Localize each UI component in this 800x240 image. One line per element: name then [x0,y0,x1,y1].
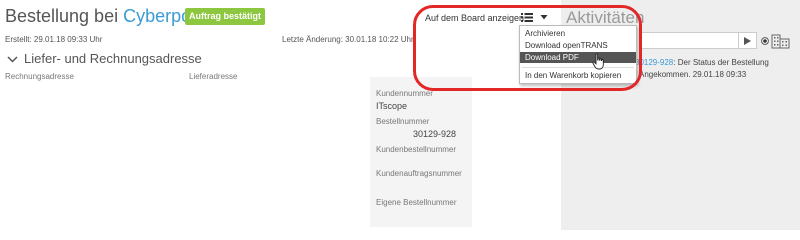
menu-divider [522,67,634,68]
last-changed-date: Letzte Änderung: 30.01.18 10:22 Uhr [282,35,414,44]
order-number: 30129-928 [413,129,457,139]
page-title: Bestellung bei Cyberport [5,6,202,27]
title-prefix: Bestellung bei [5,6,119,26]
menu-item-download-pdf[interactable]: Download PDF [520,52,636,63]
board-dropdown-menu: Archivieren Download openTRANS Download … [519,25,637,84]
customer-number-label: Kundennummer [376,89,433,98]
order-info-panel: Kundennummer ITscope Bestellnummer 30129… [370,77,472,227]
play-icon [744,36,751,45]
activity-order-link[interactable]: 30129-928 [635,58,673,67]
caret-down-icon[interactable] [540,13,548,21]
customer-order-number-label: Kundenbestellnummer [376,145,457,154]
activity-entry-text-2: f Angekommen. 29.01.18 09:33 [635,70,747,79]
send-button[interactable] [739,32,757,49]
customer-job-number-label: Kundenauftragsnummer [376,169,462,178]
own-order-number-label: Eigene Bestellnummer [376,198,457,207]
billing-address-label: Rechnungsadresse [5,72,74,81]
activity-input[interactable] [639,32,739,49]
order-number-label: Bestellnummer [376,117,430,126]
menu-item-archive[interactable]: Archivieren [520,28,636,39]
hand-cursor-icon [592,53,604,70]
customer-name: ITscope [376,101,408,111]
created-date: Erstellt: 29.01.18 09:33 Uhr [5,35,103,44]
activity-entry-text-1: : Der Status der Bestellung [673,58,769,67]
menu-item-download-opentrans[interactable]: Download openTRANS [520,40,636,51]
chevron-down-icon [7,55,18,63]
activity-entry: 30129-928: Der Status der Bestellung f An… [635,57,795,81]
board-show-label[interactable]: Auf dem Board anzeigen [425,13,524,23]
address-section-toggle[interactable]: Liefer- und Rechnungsadresse [7,51,202,66]
building-icon[interactable] [771,32,790,49]
status-badge: Auftrag bestätigt [185,8,265,25]
list-icon[interactable] [521,12,533,23]
radio-icon[interactable] [761,37,769,45]
section-title: Liefer- und Rechnungsadresse [24,51,202,66]
menu-item-copy-to-cart[interactable]: In den Warenkorb kopieren [520,70,636,81]
shipping-address-label: Lieferadresse [189,72,238,81]
